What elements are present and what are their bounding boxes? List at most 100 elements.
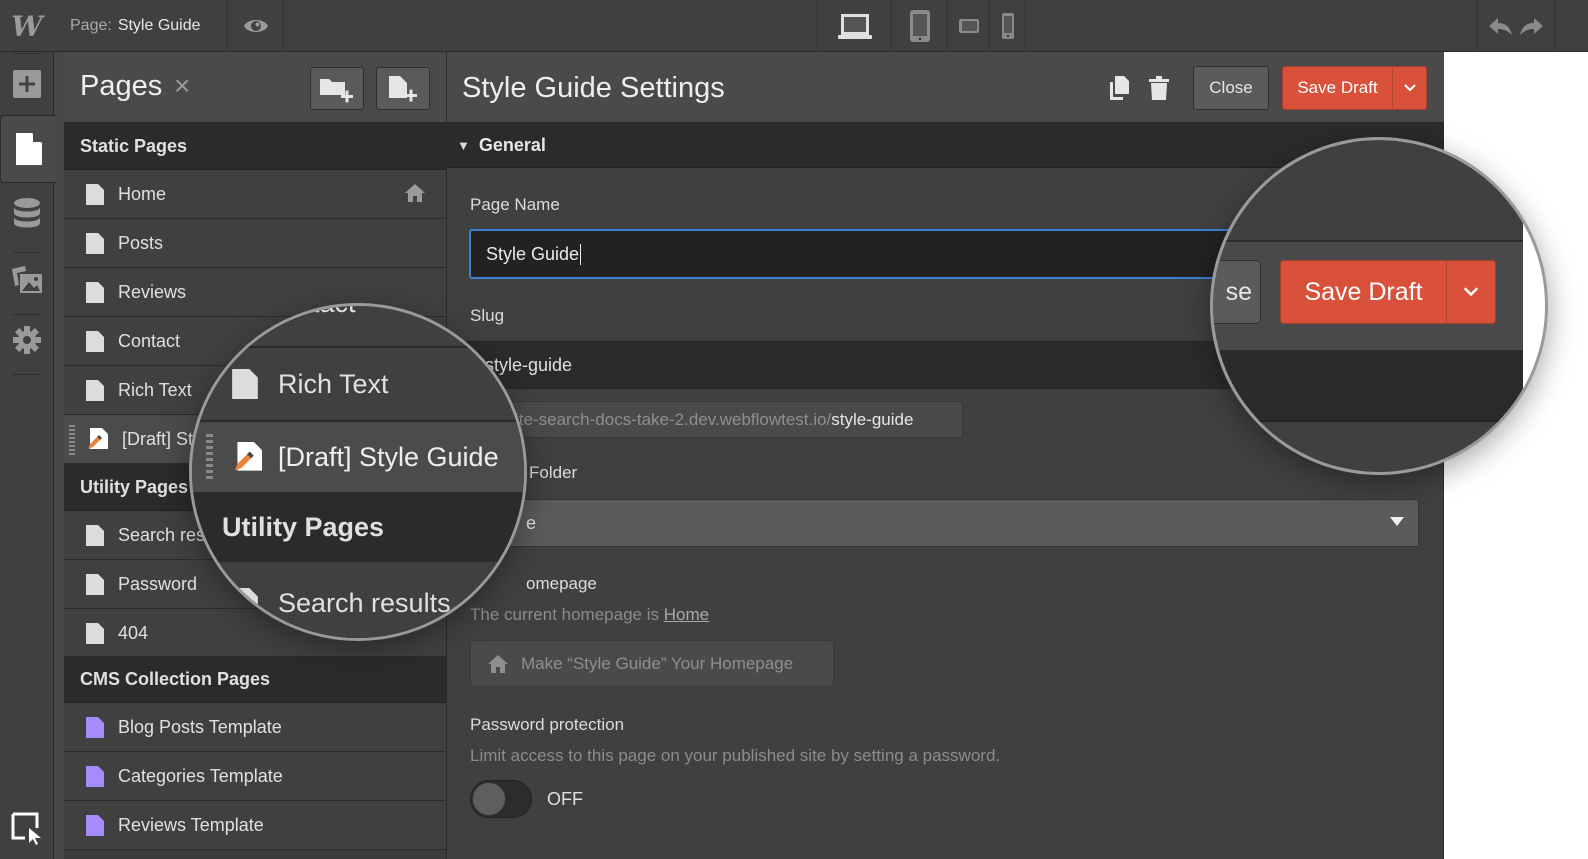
page-plus-icon	[389, 75, 417, 101]
page-icon	[86, 622, 104, 644]
folder-select[interactable]: e	[469, 499, 1419, 547]
cms-page-icon	[86, 814, 104, 836]
redo-icon[interactable]	[1518, 16, 1544, 36]
page-icon	[86, 183, 104, 205]
database-icon	[14, 198, 40, 228]
eye-icon	[243, 20, 268, 32]
page-icon	[86, 379, 104, 401]
page-item-label: Rich Text	[118, 379, 192, 400]
save-draft-button[interactable]: Save Draft	[1283, 67, 1393, 109]
page-label: Page:	[70, 17, 112, 34]
general-section-title: General	[478, 134, 546, 155]
mag-section-utility: Utility Pages	[192, 492, 524, 562]
settings-header: Style Guide Settings Close Save Draft	[447, 52, 1444, 123]
rail-select-tool[interactable]	[0, 807, 54, 851]
device-tablet-button[interactable]	[892, 0, 948, 52]
page-item-posts[interactable]: Posts	[64, 219, 446, 268]
folder-select-value: e	[526, 512, 537, 533]
page-url-preview: ite-search-docs-take-2.dev.webflowtest.i…	[469, 401, 963, 438]
mag-contact-partial: ontact	[282, 303, 356, 318]
gear-icon	[13, 326, 41, 354]
chevron-down-icon	[1403, 84, 1416, 92]
home-icon	[488, 654, 508, 673]
page-item-blog-posts-template[interactable]: Blog Posts Template	[64, 703, 446, 752]
mag-row-search-results: Search results	[192, 562, 524, 638]
section-static-pages: Static Pages	[64, 123, 446, 170]
device-landscape-button[interactable]	[948, 0, 990, 52]
current-homepage-link[interactable]: Home	[664, 605, 709, 624]
password-toggle-state: OFF	[547, 789, 583, 809]
duplicate-page-button[interactable]	[1109, 76, 1129, 105]
save-options-dropdown[interactable]	[1393, 67, 1426, 109]
settings-title: Style Guide Settings	[462, 72, 725, 104]
mag-row-draft-style-guide: [Draft] Style Guide	[192, 422, 524, 492]
select-cursor-icon	[11, 812, 41, 845]
current-page-indicator[interactable]: Page: Style Guide	[54, 0, 228, 52]
tablet-icon	[909, 10, 930, 42]
rail-settings[interactable]	[0, 318, 54, 362]
add-page-button[interactable]	[376, 67, 430, 110]
draft-page-icon	[88, 428, 108, 449]
page-item-label: Contact	[118, 330, 181, 351]
page-icon	[86, 281, 104, 303]
page-item-reviews-template[interactable]: Reviews Template	[64, 801, 446, 850]
password-protection-label: Password protection	[470, 715, 625, 734]
page-icon	[15, 133, 42, 165]
rail-assets[interactable]	[0, 258, 54, 302]
close-button[interactable]: Close	[1193, 66, 1269, 110]
history-controls	[1477, 0, 1555, 52]
mag-row-rich-text: Rich Text	[192, 348, 524, 420]
save-draft-button-group: Save Draft	[1282, 66, 1427, 110]
password-protection-toggle[interactable]	[470, 780, 532, 818]
page-item-label: Blog Posts Template	[118, 716, 282, 737]
plus-icon	[13, 70, 41, 98]
page-item-label: Reviews	[118, 281, 187, 302]
phone-landscape-icon	[958, 19, 979, 33]
page-item-label: 404	[118, 622, 149, 643]
page-item-home[interactable]: Home	[64, 170, 446, 219]
page-item-label: Categories Template	[118, 765, 283, 786]
preview-button[interactable]	[228, 0, 284, 52]
webflow-logo[interactable]: W	[0, 0, 54, 52]
delete-page-button[interactable]	[1149, 76, 1169, 105]
page-icon	[86, 330, 104, 352]
duplicate-icon	[1110, 76, 1129, 100]
page-name-value: Style Guide	[486, 243, 580, 264]
add-folder-button[interactable]	[310, 67, 364, 110]
home-icon	[405, 184, 425, 202]
homepage-label: omepage	[526, 574, 597, 593]
pages-panel-title: Pages	[80, 70, 163, 102]
caret-down-icon: ▼	[457, 137, 470, 153]
page-name: Style Guide	[117, 17, 201, 34]
mag-save-draft: Save Draft	[1280, 260, 1496, 324]
password-protection-hint: Limit access to this page on your publis…	[470, 746, 1001, 765]
magnifier-pages-list: ontact Rich Text [Draft] Style Guide Uti…	[189, 303, 527, 641]
make-homepage-label: Make “Style Guide” Your Homepage	[521, 653, 794, 673]
rail-cms[interactable]	[0, 192, 54, 236]
page-item-categories-template[interactable]: Categories Template	[64, 752, 446, 801]
toggle-knob	[472, 782, 506, 816]
page-item-label: Password	[118, 573, 198, 594]
magnifier-save-draft: se Save Draft	[1210, 137, 1548, 475]
device-portrait-button[interactable]	[990, 0, 1026, 52]
close-pages-panel-button[interactable]: ×	[174, 72, 190, 100]
left-rail	[0, 52, 56, 859]
undo-icon[interactable]	[1488, 16, 1514, 36]
device-desktop-button[interactable]	[818, 0, 892, 52]
laptop-icon	[837, 14, 872, 39]
drag-handle[interactable]	[69, 425, 75, 455]
trash-icon	[1149, 76, 1169, 100]
page-icon	[86, 232, 104, 254]
make-homepage-button[interactable]: Make “Style Guide” Your Homepage	[470, 640, 834, 687]
rail-add-elements[interactable]	[0, 64, 54, 104]
mag-close-partial: se	[1213, 260, 1261, 324]
device-switcher	[817, 0, 1026, 52]
rail-pages[interactable]	[0, 115, 56, 183]
page-name-label: Page Name	[470, 195, 560, 214]
folder-plus-icon	[320, 78, 353, 102]
pages-panel-header: Pages ×	[64, 52, 446, 123]
images-icon	[12, 266, 42, 293]
folder-label: Folder	[529, 463, 578, 482]
url-prefix: ite-search-docs-take-2.dev.webflowtest.i…	[515, 409, 832, 429]
cms-page-icon	[86, 716, 104, 738]
